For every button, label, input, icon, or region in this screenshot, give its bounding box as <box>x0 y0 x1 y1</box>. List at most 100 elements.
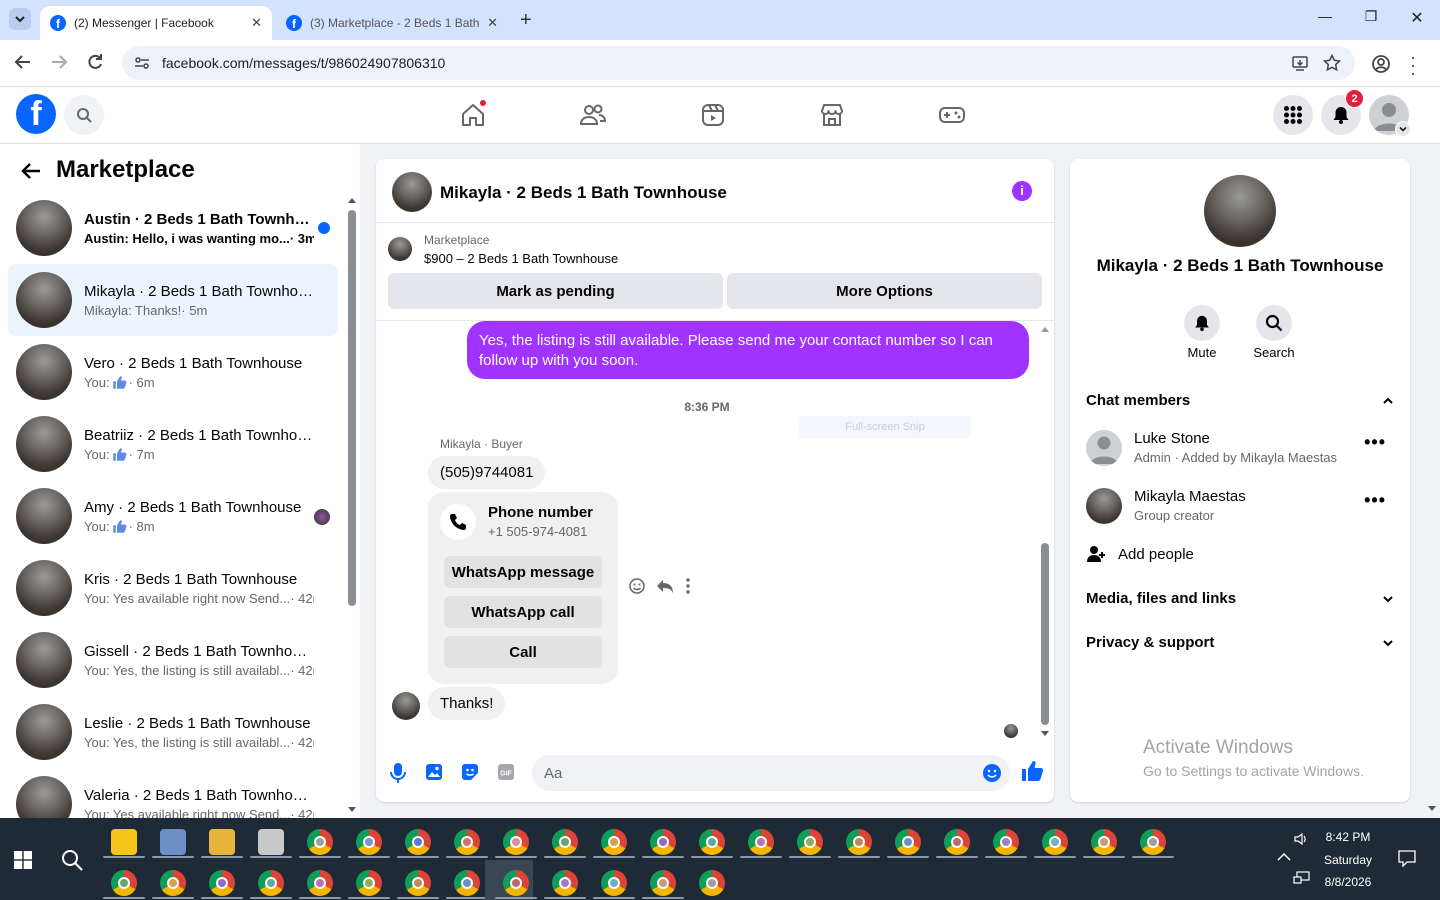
scroll-down-arrow-icon[interactable] <box>347 806 357 814</box>
chat-members-section[interactable]: Chat members <box>1086 392 1394 409</box>
conversation-item[interactable]: Beatriiz · 2 Beds 1 Bath Townhouse You: ·… <box>8 408 338 480</box>
network-icon[interactable] <box>1293 871 1310 886</box>
media-files-section[interactable]: Media, files and links <box>1086 590 1394 607</box>
sticker-icon[interactable] <box>460 763 480 781</box>
scroll-up-arrow-icon[interactable] <box>347 196 357 204</box>
chat-scrollbar[interactable] <box>1041 543 1049 725</box>
chrome-browser-icon[interactable] <box>160 870 186 896</box>
like-thumb-icon[interactable] <box>1020 759 1044 783</box>
chrome-browser-icon[interactable] <box>797 829 823 855</box>
member-row[interactable]: Mikayla Maestas Group creator ••• <box>1086 488 1394 528</box>
back-arrow-icon[interactable] <box>20 160 42 182</box>
tab-search-dropdown[interactable] <box>9 8 31 30</box>
chrome-browser-icon[interactable] <box>944 829 970 855</box>
emoji-icon[interactable] <box>982 763 1002 783</box>
browser-menu-icon[interactable]: · · · <box>1410 48 1416 82</box>
outgoing-message[interactable]: Yes, the listing is still available. Ple… <box>467 321 1029 379</box>
listing-price[interactable]: $900 – 2 Beds 1 Bath Townhouse <box>424 251 618 266</box>
menu-grid-button[interactable] <box>1273 95 1313 135</box>
windows-start-icon[interactable] <box>14 851 32 869</box>
back-arrow-icon[interactable] <box>14 53 32 71</box>
call-button[interactable]: Call <box>444 636 602 668</box>
mark-as-pending-button[interactable]: Mark as pending <box>388 273 723 309</box>
notifications-button[interactable]: 2 <box>1321 89 1364 135</box>
chrome-browser-icon[interactable] <box>699 829 725 855</box>
chrome-browser-icon[interactable] <box>307 829 333 855</box>
incoming-message[interactable]: Thanks! <box>428 687 506 720</box>
chrome-browser-icon[interactable] <box>552 829 578 855</box>
reload-icon[interactable] <box>86 53 104 71</box>
chrome-browser-icon[interactable] <box>1091 829 1117 855</box>
nav-tab-friends[interactable] <box>577 99 609 131</box>
page-scroll-down-arrow-icon[interactable] <box>1427 805 1437 813</box>
chrome-browser-icon[interactable] <box>993 829 1019 855</box>
restore-icon[interactable]: ❐ <box>1356 8 1386 25</box>
volume-icon[interactable] <box>1293 831 1309 847</box>
chrome-browser-icon[interactable] <box>650 829 676 855</box>
account-chevron-icon[interactable] <box>1395 121 1411 137</box>
whatsapp-message-button[interactable]: WhatsApp message <box>444 556 602 588</box>
gif-icon[interactable]: GIF <box>497 763 515 781</box>
clock-date[interactable]: 8/8/2026 <box>1318 875 1378 889</box>
chrome-browser-icon[interactable] <box>111 870 137 896</box>
more-options-button[interactable]: More Options <box>727 273 1042 309</box>
conversation-item[interactable]: Amy · 2 Beds 1 Bath Townhouse You: · 8m <box>8 480 338 552</box>
chrome-browser-icon[interactable] <box>650 870 676 896</box>
facebook-logo-icon[interactable]: f <box>16 94 56 134</box>
chrome-browser-icon[interactable] <box>503 829 529 855</box>
action-center-icon[interactable] <box>1398 850 1416 867</box>
window-close-icon[interactable]: ✕ <box>1402 8 1432 28</box>
message-input[interactable]: Aa <box>532 755 1010 791</box>
nav-tab-home[interactable] <box>457 99 489 131</box>
chrome-browser-icon[interactable] <box>454 829 480 855</box>
chrome-browser-icon[interactable] <box>258 870 284 896</box>
react-emoji-icon[interactable] <box>628 577 646 595</box>
browser-tab-messenger[interactable]: f (2) Messenger | Facebook ✕ <box>40 6 272 40</box>
sidebar-scrollbar[interactable] <box>348 210 356 606</box>
conversation-item[interactable]: Mikayla · 2 Beds 1 Bath Townhouse Mikayla… <box>8 264 338 336</box>
facebook-search-button[interactable] <box>64 95 104 135</box>
buyer-avatar[interactable] <box>392 692 420 720</box>
listing-thumbnail[interactable] <box>388 237 412 261</box>
chrome-browser-icon[interactable] <box>1042 829 1068 855</box>
computer-icon[interactable] <box>160 829 186 855</box>
conversation-item[interactable]: Leslie · 2 Beds 1 Bath Townhouse You: Yes… <box>8 696 338 768</box>
paint-icon[interactable] <box>258 829 284 855</box>
microphone-icon[interactable] <box>390 763 406 783</box>
clock-day[interactable]: Saturday <box>1318 853 1378 867</box>
chrome-browser-icon[interactable] <box>748 829 774 855</box>
incoming-message[interactable]: (505)9744081 <box>428 456 546 489</box>
url-text[interactable]: facebook.com/messages/t/986024907806310 <box>162 55 445 71</box>
chrome-browser-icon[interactable] <box>846 829 872 855</box>
scroll-up-arrow-icon[interactable] <box>1040 326 1050 333</box>
tab-close-icon[interactable]: ✕ <box>487 15 498 31</box>
file-explorer-icon[interactable] <box>209 829 235 855</box>
browser-tab-marketplace[interactable]: f (3) Marketplace - 2 Beds 1 Bath Townho… <box>276 6 508 40</box>
address-bar[interactable]: facebook.com/messages/t/986024907806310 <box>122 46 1355 80</box>
details-avatar[interactable] <box>1204 175 1276 247</box>
chrome-browser-icon[interactable] <box>405 829 431 855</box>
bookmark-star-icon[interactable] <box>1323 54 1341 72</box>
chrome-browser-icon[interactable] <box>356 829 382 855</box>
more-vertical-icon[interactable] <box>684 577 692 595</box>
tab-close-icon[interactable]: ✕ <box>251 15 262 31</box>
chrome-browser-icon[interactable] <box>307 870 333 896</box>
nav-tab-marketplace[interactable] <box>816 99 848 131</box>
clock-time[interactable]: 8:42 PM <box>1318 830 1378 844</box>
chrome-browser-icon[interactable] <box>601 829 627 855</box>
conversation-item[interactable]: Vero · 2 Beds 1 Bath Townhouse You: · 6m <box>8 336 338 408</box>
chrome-browser-icon[interactable] <box>895 829 921 855</box>
mute-action[interactable]: Mute <box>1172 305 1232 360</box>
privacy-support-section[interactable]: Privacy & support <box>1086 634 1394 651</box>
add-people-button[interactable]: Add people <box>1086 544 1194 564</box>
chrome-browser-icon[interactable] <box>209 870 235 896</box>
nav-tab-video[interactable] <box>697 99 729 131</box>
chrome-browser-icon[interactable] <box>601 870 627 896</box>
chrome-browser-icon[interactable] <box>503 870 529 896</box>
install-app-icon[interactable] <box>1291 54 1309 72</box>
chrome-browser-icon[interactable] <box>1140 829 1166 855</box>
photo-icon[interactable] <box>425 763 443 781</box>
member-more-icon[interactable]: ••• <box>1364 490 1386 511</box>
conversation-item[interactable]: Gissell · 2 Beds 1 Bath Townhouse You: Ye… <box>8 624 338 696</box>
new-tab-plus-icon[interactable]: + <box>520 9 532 32</box>
